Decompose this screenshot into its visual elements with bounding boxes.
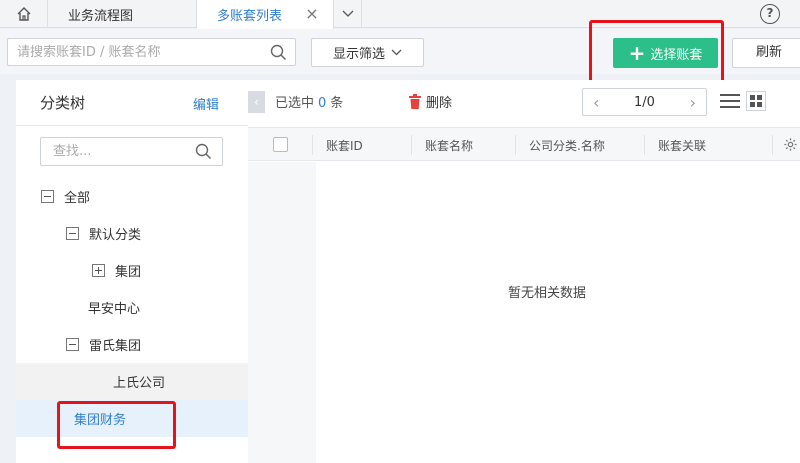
pagination: ‹ 1/0 › — [582, 88, 707, 116]
tree-node-label: 早安中心 — [88, 302, 141, 317]
empty-state-text: 暂无相关数据 — [508, 286, 587, 301]
tab-multi-account-list[interactable]: 多账套列表 × — [197, 0, 334, 29]
tab-label: 多账套列表 — [217, 9, 283, 24]
selected-suffix: 条 — [330, 96, 344, 111]
selected-count-info: 已选中 0 条 — [275, 92, 343, 111]
toolbar: 显示筛选 + 选择账套 刷新 — [0, 29, 800, 74]
grid-cell — [750, 102, 755, 107]
home-icon — [17, 7, 30, 21]
tree-node-label: 集团财务 — [74, 413, 127, 428]
column-divider — [411, 135, 412, 155]
tree-node-zaoan-center[interactable]: 早安中心 — [16, 289, 248, 326]
plus-icon: + — [628, 41, 646, 65]
column-header-account-name[interactable]: 账套名称 — [425, 137, 473, 154]
tab-business-flow[interactable]: 业务流程图 — [48, 0, 197, 28]
selected-count: 0 — [318, 96, 327, 111]
next-page-icon[interactable]: › — [690, 93, 696, 112]
collapse-icon[interactable] — [66, 227, 79, 240]
panel-title: 分类树 — [40, 94, 86, 112]
column-header-account-id[interactable]: 账套ID — [326, 137, 363, 154]
panel-header: 分类树 编辑 — [16, 80, 248, 126]
table-header: 账套ID 账套名称 公司分类.名称 账套关联 — [248, 127, 800, 161]
collapse-panel-icon[interactable]: ‹ — [248, 91, 265, 113]
account-list-panel: ‹ 已选中 0 条 删除 ‹ 1/0 › 账套ID 账套名称 公司分类.名称 账套关… — [248, 80, 800, 463]
search-icon[interactable] — [195, 143, 212, 160]
tree-node-label: 雷氏集团 — [89, 339, 142, 354]
grid-cell — [757, 95, 762, 100]
tree-node-group[interactable]: 集团 — [16, 252, 248, 289]
category-tree-panel: 分类树 编辑 全部 默认分类 集团 早安中心 雷氏集团 上氏公司 集团财务 — [16, 80, 248, 463]
trash-icon — [409, 93, 421, 109]
tree-node-label: 全部 — [64, 191, 91, 206]
tree-node-label: 上氏公司 — [113, 376, 166, 391]
grid-cell — [750, 95, 755, 100]
help-icon[interactable]: ? — [760, 4, 780, 24]
tab-bar: 业务流程图 多账套列表 × ? — [0, 0, 800, 29]
tree-node-all[interactable]: 全部 — [16, 178, 248, 215]
selected-prefix: 已选中 — [275, 96, 315, 111]
tree-node-default-category[interactable]: 默认分类 — [16, 215, 248, 252]
close-icon[interactable]: × — [305, 6, 319, 22]
column-divider — [312, 135, 313, 155]
tree-node-group-finance[interactable]: 集团财务 — [16, 400, 248, 437]
edit-link[interactable]: 编辑 — [193, 94, 219, 113]
tree-search-input[interactable] — [41, 138, 186, 165]
search-icon[interactable] — [270, 44, 287, 61]
delete-button[interactable]: 删除 — [408, 92, 452, 111]
chevron-down-icon — [342, 10, 353, 17]
search-input[interactable] — [8, 39, 258, 65]
tab-dropdown-button[interactable] — [334, 0, 362, 28]
chevron-down-icon — [391, 49, 402, 56]
filter-label: 显示筛选 — [332, 47, 385, 62]
account-search — [7, 38, 296, 66]
home-tab[interactable] — [0, 0, 48, 28]
refresh-button[interactable]: 刷新 — [732, 38, 800, 68]
tree-node-label: 集团 — [115, 265, 142, 280]
select-all-checkbox[interactable] — [273, 137, 288, 152]
tree-node-label: 默认分类 — [89, 228, 142, 243]
tree-node-shangshi-company[interactable]: 上氏公司 — [16, 363, 248, 400]
expand-icon[interactable] — [92, 264, 105, 277]
show-filter-button[interactable]: 显示筛选 — [311, 38, 424, 67]
column-header-company-category[interactable]: 公司分类.名称 — [529, 137, 605, 154]
tree-node-leishi-group[interactable]: 雷氏集团 — [16, 326, 248, 363]
grid-view-icon[interactable] — [746, 91, 766, 111]
column-divider — [515, 135, 516, 155]
select-account-button[interactable]: + 选择账套 — [613, 38, 718, 68]
collapse-icon[interactable] — [66, 338, 79, 351]
column-divider — [772, 135, 773, 155]
tree-search — [40, 137, 223, 166]
prev-page-icon[interactable]: ‹ — [593, 93, 599, 112]
column-divider — [644, 135, 645, 155]
add-label: 选择账套 — [650, 47, 703, 63]
collapse-icon[interactable] — [41, 190, 54, 203]
column-header-account-link[interactable]: 账套关联 — [658, 137, 706, 154]
delete-label: 删除 — [426, 96, 453, 111]
page-indicator: 1/0 — [634, 94, 655, 110]
grid-cell — [757, 102, 762, 107]
list-view-icon[interactable] — [719, 91, 741, 111]
gear-icon[interactable] — [783, 137, 798, 152]
tab-label: 业务流程图 — [68, 8, 134, 24]
checkbox-column — [248, 162, 316, 463]
